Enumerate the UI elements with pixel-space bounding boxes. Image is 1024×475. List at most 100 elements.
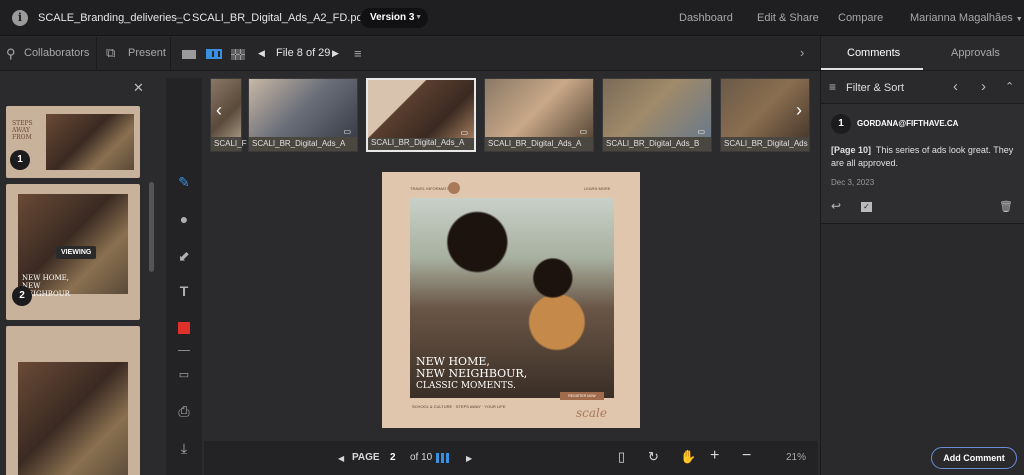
headline-line: CLASSIC MOMENTS. xyxy=(416,381,516,391)
comment-body: [Page 10] This series of ads look great.… xyxy=(831,144,1021,170)
headline-line: NEW NEIGHBOUR, xyxy=(416,367,528,380)
person-icon: ⚲ xyxy=(6,46,16,61)
zoom-out-icon[interactable]: − xyxy=(742,447,751,465)
download-icon[interactable]: ⤓ xyxy=(166,440,202,457)
grid-view-icon[interactable] xyxy=(231,49,245,60)
viewing-badge: VIEWING xyxy=(56,246,97,259)
arrow-icon[interactable]: ⬋ xyxy=(166,248,202,265)
comment-number: 1 xyxy=(831,114,851,134)
present-icon: ⧉ xyxy=(106,45,116,60)
project-name[interactable]: SCALE_Branding_deliveries_C xyxy=(38,12,191,24)
page-label: PAGE xyxy=(352,452,380,463)
divider xyxy=(170,37,171,71)
strip-prev-icon[interactable]: ‹ xyxy=(216,100,222,121)
file-counter: File 8 of 29 xyxy=(276,47,331,59)
divider xyxy=(178,350,190,351)
page-number-badge: 2 xyxy=(12,286,32,306)
nav-dashboard[interactable]: Dashboard xyxy=(679,12,733,24)
add-comment-button[interactable]: Add Comment xyxy=(931,447,1017,469)
color-swatch-icon[interactable] xyxy=(178,322,190,334)
user-name: Marianna Magalhães xyxy=(910,12,1013,24)
thumb-text: STEPS AWAY FROM xyxy=(12,120,33,141)
resolve-check-icon[interactable]: ✓ xyxy=(861,202,872,212)
next-page-icon[interactable]: ▶ xyxy=(466,454,472,463)
strip-thumb-label: SCALI_BR_Digital_Ads_A xyxy=(488,139,582,148)
nav-edit-share[interactable]: Edit & Share xyxy=(757,12,819,24)
page-thumb-2[interactable]: VIEWING NEW HOME, NEW NEIGHBOUR 2 xyxy=(6,184,140,320)
page-thumb-3[interactable] xyxy=(6,326,140,475)
tab-comments[interactable]: Comments xyxy=(847,47,900,59)
rotate-icon[interactable]: ↻ xyxy=(648,449,659,465)
strip-thumb-label: SCALI_BR_Digital_Ads_A xyxy=(371,138,465,147)
bottom-toolbar: ◀ PAGE 2 of 10 ▶ ▯ ↻ ✋ + − 21% xyxy=(204,441,818,475)
reply-icon[interactable]: ↩ xyxy=(831,199,841,213)
comment-icon: ▭ xyxy=(697,127,705,136)
page-header-right: LEARN MORE xyxy=(584,186,611,191)
prev-comment-icon[interactable]: ‹ xyxy=(953,78,958,95)
divider xyxy=(96,37,97,71)
thumbnail-scrollbar[interactable] xyxy=(149,182,154,272)
tab-approvals[interactable]: Approvals xyxy=(951,47,1000,59)
scale-logo: scale xyxy=(576,406,607,420)
print-icon[interactable]: ⎙ xyxy=(166,403,202,420)
page-input[interactable]: 2 xyxy=(390,452,396,463)
title-separator: – xyxy=(176,12,183,24)
strip-thumb[interactable]: ▭ SCALI_BR_Digital_Ads_B xyxy=(602,78,712,152)
brand-logo-icon xyxy=(448,182,460,194)
next-comment-icon[interactable]: › xyxy=(981,78,986,95)
fit-page-icon[interactable]: ▯ xyxy=(618,449,625,465)
comment-page-ref: [Page 10] xyxy=(831,145,872,155)
page-number-badge: 1 xyxy=(10,150,30,170)
active-tab-indicator xyxy=(821,68,923,70)
strip-thumb-label: SCALI_BR_Digital_Ads_B xyxy=(606,139,700,148)
strip-thumb[interactable]: SCALI_F xyxy=(210,78,246,152)
page-thumbnails-panel: ✕ STEPS AWAY FROM 1 VIEWING NEW HOME, NE… xyxy=(0,72,158,475)
info-icon[interactable]: i xyxy=(12,10,28,26)
ad-headline: NEW HOME, NEW NEIGHBOUR, CLASSIC MOMENTS… xyxy=(416,356,527,392)
chevron-right-icon[interactable]: › xyxy=(800,45,804,60)
page-thumb-1[interactable]: STEPS AWAY FROM 1 xyxy=(6,106,140,178)
text-icon[interactable]: T xyxy=(166,283,202,299)
collapse-icon[interactable]: ⌃ xyxy=(1005,80,1014,93)
filter-sort-button[interactable]: Filter & Sort xyxy=(846,82,904,94)
strip-thumb-selected[interactable]: ▭ SCALI_BR_Digital_Ads_A xyxy=(366,78,476,152)
prev-page-icon[interactable]: ◀ xyxy=(338,454,344,463)
filter-icon[interactable]: ≡ xyxy=(354,46,362,61)
next-file-icon[interactable]: ▶ xyxy=(332,48,339,59)
zoom-level[interactable]: 21% xyxy=(786,452,806,463)
document-page[interactable]: TRAVEL INFORMATION LEARN MORE NEW HOME, … xyxy=(382,172,640,428)
strip-thumb[interactable]: ▭ SCALI_BR_Digital_Ads_A xyxy=(248,78,358,152)
pin-icon[interactable]: ● xyxy=(166,211,202,227)
top-bar: i SCALE_Branding_deliveries_C – SCALI_BR… xyxy=(0,0,1024,36)
comment-icon: ▭ xyxy=(579,127,587,136)
trash-icon[interactable]: 🗑 xyxy=(999,200,1013,213)
hand-pan-icon[interactable]: ✋ xyxy=(680,449,696,465)
chevron-down-icon: ▼ xyxy=(415,14,422,21)
strip-thumb[interactable]: ▭ SCALI_BR_Digital_Ads_A xyxy=(484,78,594,152)
close-icon[interactable]: ✕ xyxy=(133,80,144,96)
right-panel: Comments Approvals ≡ Filter & Sort ‹ › ⌃… xyxy=(820,36,1024,475)
comment-card[interactable]: 1 GORDANA@FIFTHAVE.CA [Page 10] This ser… xyxy=(821,104,1024,224)
present-button[interactable]: Present xyxy=(128,47,166,59)
version-dropdown[interactable]: Version 3 ▼ xyxy=(360,8,428,28)
annotation-tools: ✎ ● ⬋ T ▭ ⎙ ⤓ xyxy=(166,78,202,475)
single-view-icon[interactable] xyxy=(182,50,196,59)
comment-author: GORDANA@FIFTHAVE.CA xyxy=(857,119,959,128)
nav-compare[interactable]: Compare xyxy=(838,12,883,24)
comment-icon: ▭ xyxy=(343,127,351,136)
user-menu[interactable]: Marianna Magalhães ▼ xyxy=(910,12,1023,24)
page-grid-icon[interactable] xyxy=(436,453,450,463)
strip-next-icon[interactable]: › xyxy=(796,100,802,121)
filter-bar: ≡ Filter & Sort ‹ › ⌃ xyxy=(821,72,1024,104)
strip-thumb-label: SCALI_BR_Digital_Ads xyxy=(724,139,808,148)
page-total: of 10 xyxy=(410,452,433,463)
strip-view-icon[interactable] xyxy=(206,49,222,59)
filter-icon: ≡ xyxy=(829,80,837,94)
pen-icon[interactable]: ✎ xyxy=(166,174,202,191)
prev-file-icon[interactable]: ◀ xyxy=(258,48,265,59)
collaborators-button[interactable]: Collaborators xyxy=(24,47,89,59)
file-name[interactable]: SCALI_BR_Digital_Ads_A2_FD.pdf xyxy=(192,12,366,24)
ruler-icon[interactable]: ▭ xyxy=(166,368,202,381)
register-cta: REGISTER NOW xyxy=(560,392,604,400)
zoom-in-icon[interactable]: + xyxy=(710,447,719,465)
